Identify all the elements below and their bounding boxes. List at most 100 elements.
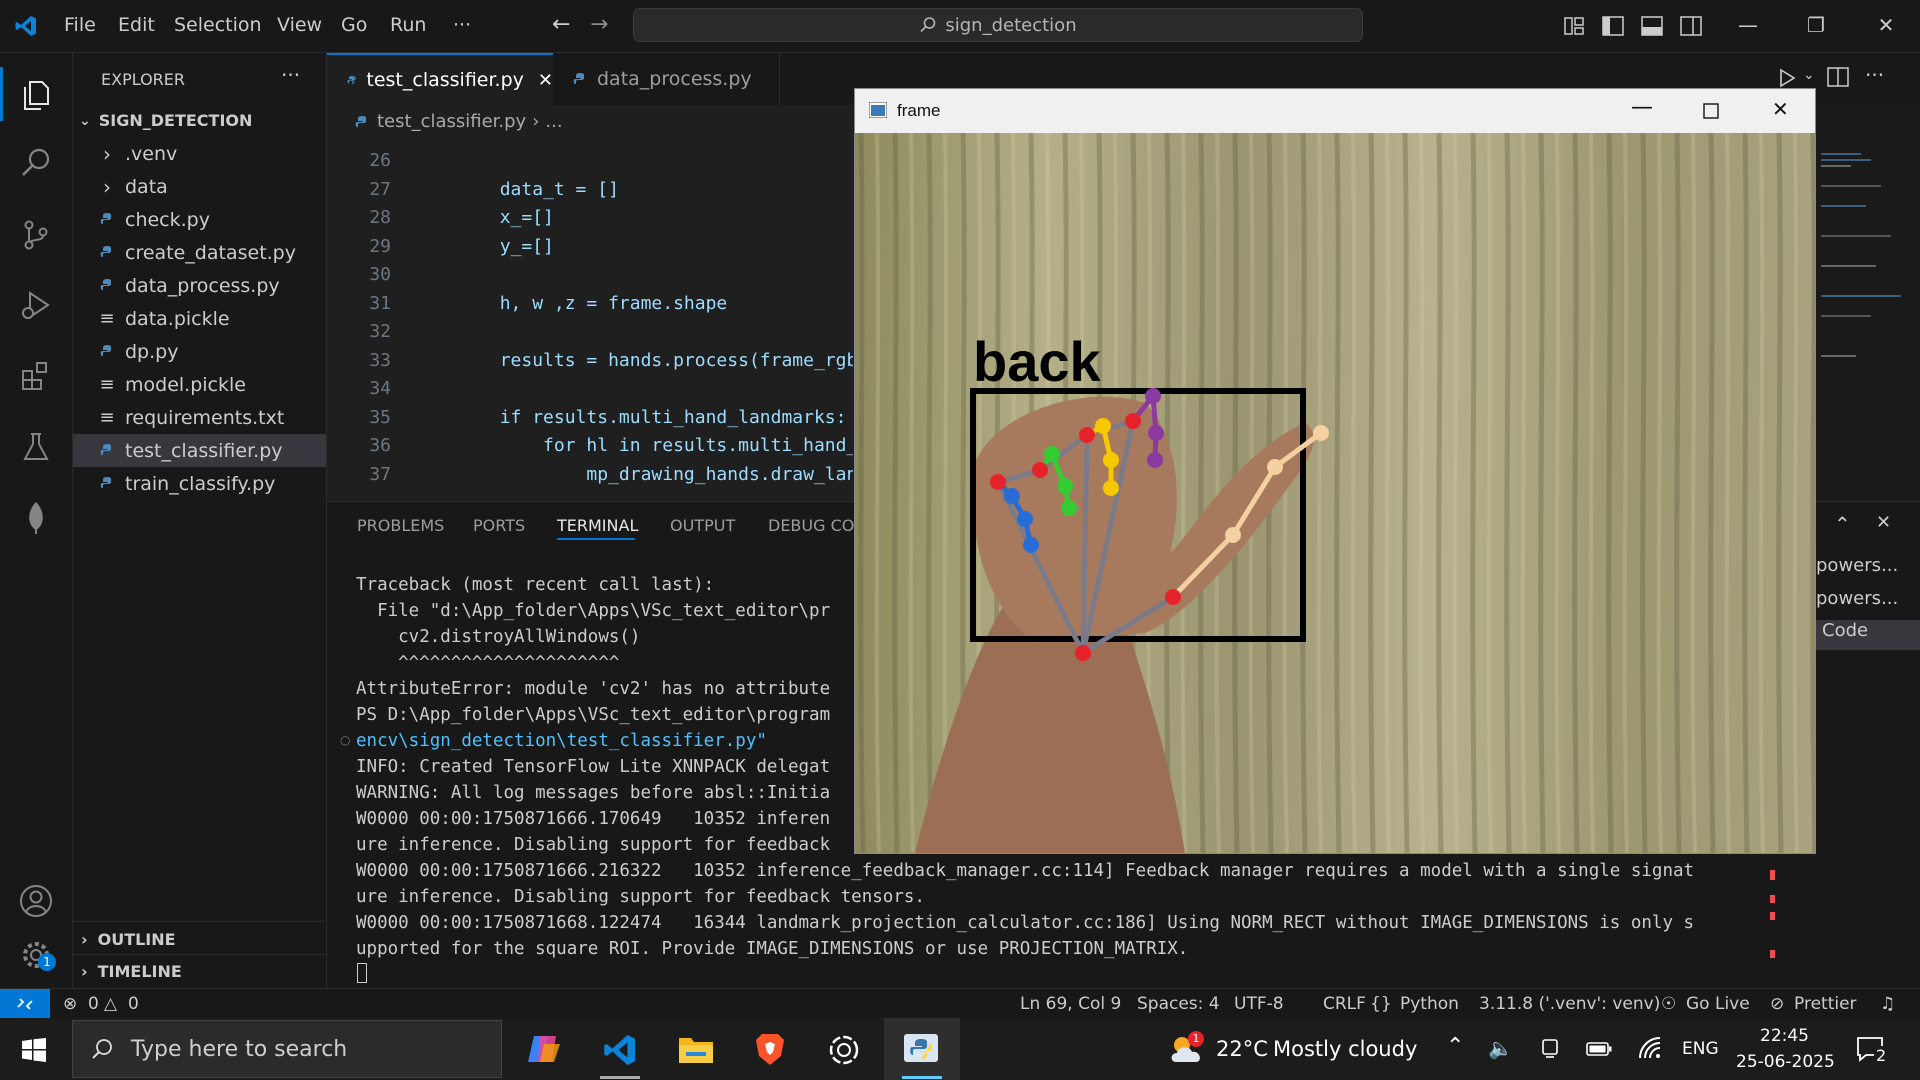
extensions-icon[interactable] xyxy=(14,353,58,397)
forward-arrow-icon[interactable]: → xyxy=(590,12,608,37)
panel-tab-problems[interactable]: PROBLEMS xyxy=(357,516,444,535)
vscode-taskbar-icon[interactable] xyxy=(602,1032,638,1068)
code-line[interactable]: mp_drawing_hands.draw_lan xyxy=(413,464,853,485)
menu-edit[interactable]: Edit xyxy=(118,14,155,36)
folder-header[interactable]: ⌄ SIGN_DETECTION xyxy=(73,104,326,137)
editor-more-icon[interactable]: ··· xyxy=(1865,63,1884,87)
taskbar-search-box[interactable]: Type here to search xyxy=(72,1020,502,1078)
code-line[interactable]: x_=[] xyxy=(413,207,853,228)
tree-item-check-py[interactable]: check.py xyxy=(73,203,326,236)
run-python-icon[interactable] xyxy=(1777,68,1797,88)
code-line[interactable]: for hl in results.multi_hand_ xyxy=(413,435,853,456)
clock-time[interactable]: 22:45 xyxy=(1760,1026,1809,1046)
code-line[interactable]: if results.multi_hand_landmarks: xyxy=(413,407,853,428)
frame-maximize-icon[interactable] xyxy=(1703,103,1719,119)
run-debug-icon[interactable] xyxy=(14,283,58,327)
toggle-primary-sidebar-icon[interactable] xyxy=(1602,16,1624,36)
tab-test-classifier[interactable]: test_classifier.py ✕ xyxy=(327,53,553,105)
show-hidden-icons-icon[interactable]: ⌃ xyxy=(1446,1034,1464,1059)
tree-item-create-dataset-py[interactable]: create_dataset.py xyxy=(73,236,326,269)
tree-item-data-pickle[interactable]: ≡ data.pickle xyxy=(73,302,326,335)
remote-indicator-icon[interactable] xyxy=(0,989,50,1019)
close-panel-icon[interactable]: ✕ xyxy=(1876,512,1891,533)
tree-item-model-pickle[interactable]: ≡ model.pickle xyxy=(73,368,326,401)
vscode-logo-icon[interactable] xyxy=(14,14,38,38)
python-app-icon[interactable] xyxy=(902,1032,940,1068)
outline-section[interactable]: › OUTLINE xyxy=(73,923,326,956)
panel-tab-output[interactable]: OUTPUT xyxy=(670,516,735,535)
menu-go[interactable]: Go xyxy=(341,14,367,36)
minimap[interactable] xyxy=(1815,105,1920,500)
tab-data-process[interactable]: data_process.py xyxy=(553,53,780,105)
device-icon[interactable] xyxy=(1540,1038,1560,1060)
input-language[interactable]: ENG xyxy=(1682,1039,1719,1059)
code-line[interactable]: h, w ,z = frame.shape xyxy=(413,293,853,314)
command-center-search[interactable]: sign_detection xyxy=(633,8,1363,42)
code-line[interactable]: results = hands.process(frame_rgb xyxy=(413,350,853,371)
warning-count[interactable]: 0 xyxy=(128,994,139,1014)
testing-icon[interactable] xyxy=(14,425,58,469)
go-live-button[interactable]: Go Live xyxy=(1686,994,1750,1014)
minimize-icon[interactable]: — xyxy=(1728,10,1768,40)
toggle-secondary-sidebar-icon[interactable] xyxy=(1680,16,1702,36)
menu-selection[interactable]: Selection xyxy=(174,14,262,36)
file-explorer-icon[interactable] xyxy=(678,1034,714,1064)
speaker-icon[interactable]: 🔈 xyxy=(1488,1036,1513,1060)
maximize-panel-icon[interactable]: ⌃ xyxy=(1834,512,1851,536)
menu-run[interactable]: Run xyxy=(390,14,426,36)
copilot-icon[interactable] xyxy=(526,1032,562,1066)
weather-condition[interactable]: Mostly cloudy xyxy=(1273,1037,1417,1061)
line-ending[interactable]: CRLF xyxy=(1323,994,1366,1014)
encoding[interactable]: UTF-8 xyxy=(1234,994,1284,1014)
clock-date[interactable]: 25-06-2025 xyxy=(1736,1052,1835,1072)
toggle-panel-icon[interactable] xyxy=(1641,16,1663,36)
panel-tab-ports[interactable]: PORTS xyxy=(473,516,525,535)
search-icon[interactable] xyxy=(14,141,58,185)
terminal-instance-1[interactable]: powers... xyxy=(1816,555,1920,585)
terminal-instance-2[interactable]: powers... xyxy=(1816,588,1920,618)
tree-item-requirements-txt[interactable]: ≡ requirements.txt xyxy=(73,401,326,434)
terminal-instance-3[interactable]: Code xyxy=(1816,620,1920,650)
explorer-more-icon[interactable]: ··· xyxy=(281,63,300,87)
tree-item-data-process-py[interactable]: data_process.py xyxy=(73,269,326,302)
close-icon[interactable]: ✕ xyxy=(1866,10,1906,40)
language-mode[interactable]: Python xyxy=(1400,994,1459,1014)
indentation[interactable]: Spaces: 4 xyxy=(1137,994,1220,1014)
errors-icon[interactable]: ⊗ xyxy=(63,994,77,1014)
leaf-extension-icon[interactable] xyxy=(14,495,58,539)
error-count[interactable]: 0 xyxy=(88,994,99,1014)
close-tab-icon[interactable]: ✕ xyxy=(538,70,553,91)
explorer-icon[interactable] xyxy=(14,73,58,117)
prettier-button[interactable]: Prettier xyxy=(1794,994,1857,1014)
code-line[interactable]: y_=[] xyxy=(413,236,853,257)
frame-close-icon[interactable]: ✕ xyxy=(1772,97,1789,121)
brave-browser-icon[interactable] xyxy=(754,1032,786,1066)
wifi-icon[interactable] xyxy=(1638,1036,1662,1060)
back-arrow-icon[interactable]: ← xyxy=(552,12,570,37)
restore-icon[interactable]: ❐ xyxy=(1796,10,1836,40)
tree-item-data[interactable]: › data xyxy=(73,170,326,203)
chevron-down-icon[interactable]: ⌄ xyxy=(1803,67,1815,83)
breadcrumb-file[interactable]: test_classifier.py xyxy=(377,111,526,132)
windows-start-icon[interactable] xyxy=(22,1038,46,1062)
battery-icon[interactable] xyxy=(1586,1042,1612,1056)
breadcrumb-more[interactable]: ... xyxy=(545,111,562,132)
temperature[interactable]: 22°C xyxy=(1216,1037,1268,1061)
tree-item-test-classifier-py[interactable]: test_classifier.py xyxy=(73,434,326,467)
frame-minimize-icon[interactable]: — xyxy=(1631,95,1653,120)
panel-tab-debug-console[interactable]: DEBUG CON xyxy=(768,516,866,535)
cursor-position[interactable]: Ln 69, Col 9 xyxy=(1020,994,1121,1014)
menu-more[interactable]: ··· xyxy=(453,14,471,36)
split-editor-icon[interactable] xyxy=(1827,67,1849,87)
menu-file[interactable]: File xyxy=(64,14,96,36)
panel-tab-terminal[interactable]: TERMINAL xyxy=(557,516,638,535)
menu-view[interactable]: View xyxy=(277,14,322,36)
customize-layout-icon[interactable] xyxy=(1564,16,1584,36)
notifications-bell-icon[interactable]: ♫ xyxy=(1880,994,1895,1014)
code-line[interactable]: data_t = [] xyxy=(413,179,853,200)
frame-titlebar[interactable]: frame — ✕ xyxy=(855,89,1815,133)
opencv-frame-window[interactable]: frame — ✕ back xyxy=(854,88,1816,854)
tree-item-train-classify-py[interactable]: train_classify.py xyxy=(73,467,326,500)
tree-item-dp-py[interactable]: dp.py xyxy=(73,335,326,368)
python-interpreter[interactable]: 3.11.8 ('.venv': venv) xyxy=(1479,994,1660,1014)
